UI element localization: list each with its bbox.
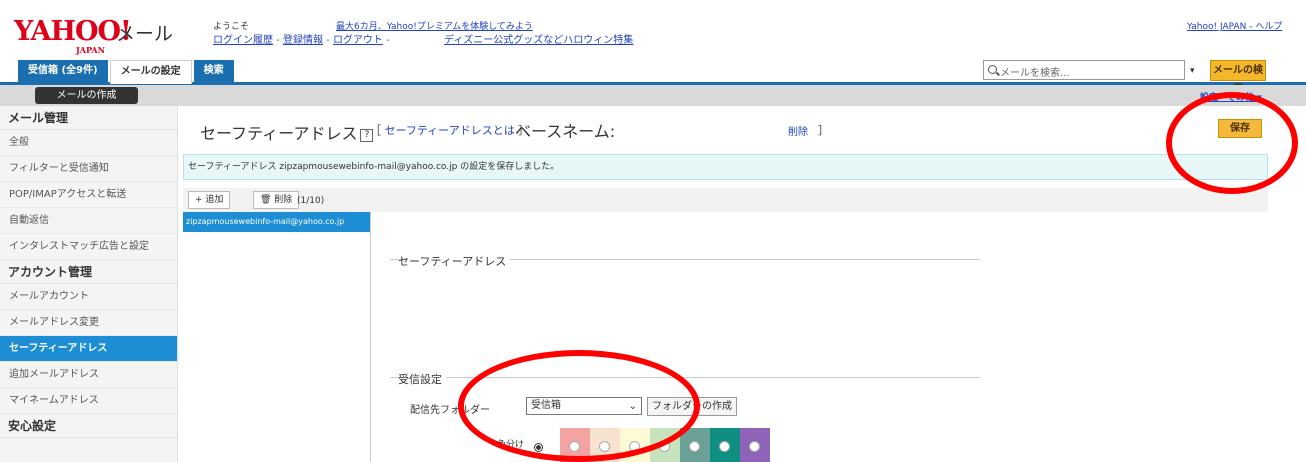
page-title: セーフティーアドレス? xyxy=(200,120,374,144)
annotation-circle-save xyxy=(1166,92,1298,194)
mail-service-title: メール xyxy=(116,23,174,45)
sidebar-item-pop-imap[interactable]: POP/IMAPアクセスと転送 xyxy=(0,182,177,208)
sidebar-item-auto-reply[interactable]: 自動返信 xyxy=(0,208,177,234)
address-control-bar xyxy=(183,188,1268,212)
fieldset-receive-settings: 受信設定 xyxy=(398,371,446,387)
search-placeholder: メールを検索... xyxy=(1000,68,1070,79)
yahoo-logo[interactable]: YAHOO! JAPAN xyxy=(14,18,132,56)
gray-toolbar xyxy=(0,85,1306,106)
radio-dot xyxy=(719,441,730,452)
premium-promo-link[interactable]: 最大6カ月、Yahoo!プレミアムを体験してみよう xyxy=(336,19,533,32)
sidebar-section-account-management: アカウント管理 xyxy=(0,260,177,284)
page-title-text: セーフティーアドレス xyxy=(200,124,358,143)
tab-mail-settings[interactable]: メールの設定 xyxy=(109,60,192,84)
annotation-circle-folder xyxy=(458,350,700,462)
delete-address-button[interactable]: 🗑 削除 xyxy=(253,191,300,209)
bracket-open: ［ xyxy=(370,124,381,137)
sidebar-item-filters[interactable]: フィルターと受信通知 xyxy=(0,156,177,182)
halloween-promo-link[interactable]: ディズニー公式グッズなどハロウィン特集 xyxy=(444,31,633,46)
sidebar-section-security: 安心設定 xyxy=(0,414,177,438)
header-links: ログイン履歴 - 登録情報 - ログアウト - xyxy=(213,35,390,46)
whatis-safety-address: ［ セーフティーアドレスとは ］ xyxy=(370,122,529,138)
sidebar-item-general[interactable]: 全般 xyxy=(0,130,177,156)
sidebar-item-myname-address[interactable]: マイネームアドレス xyxy=(0,388,177,414)
chevron-down-icon[interactable]: ▾ xyxy=(1190,66,1195,76)
sidebar-item-address-change[interactable]: メールアドレス変更 xyxy=(0,310,177,336)
delete-basename-link[interactable]: 削除 xyxy=(788,123,808,138)
save-notice: セーフティーアドレス zipzapmousewebinfo-mail@yahoo… xyxy=(183,154,1268,180)
yahoo-mail-settings-page: YAHOO! JAPAN メール ようこそ ログイン履歴 - 登録情報 - ログ… xyxy=(0,0,1306,462)
radio-dot xyxy=(749,441,760,452)
sidebar-item-additional-address[interactable]: 追加メールアドレス xyxy=(0,362,177,388)
top-right-link-text: Yahoo! JAPAN - ヘルプ xyxy=(1187,22,1283,32)
tab-search[interactable]: 検索 xyxy=(193,60,234,82)
logo-text: YAHOO! xyxy=(14,16,132,47)
radio-dot xyxy=(689,441,700,452)
login-history-link[interactable]: ログイン履歴 xyxy=(213,35,273,46)
logo-subtext: JAPAN xyxy=(76,45,105,55)
mail-search-button[interactable]: メールの検索 xyxy=(1210,60,1266,95)
sidebar-section-mail-management: メール管理 xyxy=(0,106,177,130)
delete-bracket: ］ xyxy=(818,124,829,137)
list-item[interactable]: zipzapmousewebinfo-mail@yahoo.co.jp xyxy=(183,212,370,232)
color-swatch[interactable] xyxy=(740,428,770,462)
compose-button[interactable]: メールの作成 xyxy=(35,87,138,104)
address-count: (1/10) xyxy=(297,196,325,206)
mail-search-input[interactable]: メールを検索... xyxy=(983,60,1185,80)
add-address-button[interactable]: + 追加 xyxy=(188,191,231,209)
sidebar-item-interest-match[interactable]: インタレストマッチ広告と設定 xyxy=(0,234,177,260)
basename-label: ベースネーム: xyxy=(515,122,616,141)
address-list: zipzapmousewebinfo-mail@yahoo.co.jp xyxy=(183,212,371,462)
registration-info-link[interactable]: 登録情報 xyxy=(283,35,323,46)
main-tabs: 受信箱 (全9件) メールの設定 検索 xyxy=(18,60,236,84)
whatis-safety-address-link[interactable]: セーフティーアドレスとは xyxy=(385,124,515,137)
color-swatch[interactable] xyxy=(710,428,740,462)
fieldset-safety-address: セーフティーアドレス xyxy=(398,253,511,269)
yahoo-japan-help-link[interactable]: Yahoo! JAPAN - ヘルプ xyxy=(1187,19,1282,32)
tab-inbox[interactable]: 受信箱 (全9件) xyxy=(18,60,108,82)
search-icon xyxy=(988,65,997,74)
settings-sidebar: メール管理 全般 フィルターと受信通知 POP/IMAPアクセスと転送 自動返信… xyxy=(0,106,178,462)
sidebar-item-mail-account[interactable]: メールアカウント xyxy=(0,284,177,310)
logout-link[interactable]: ログアウト xyxy=(333,35,383,46)
sidebar-item-safety-address[interactable]: セーフティーアドレス xyxy=(0,336,177,362)
